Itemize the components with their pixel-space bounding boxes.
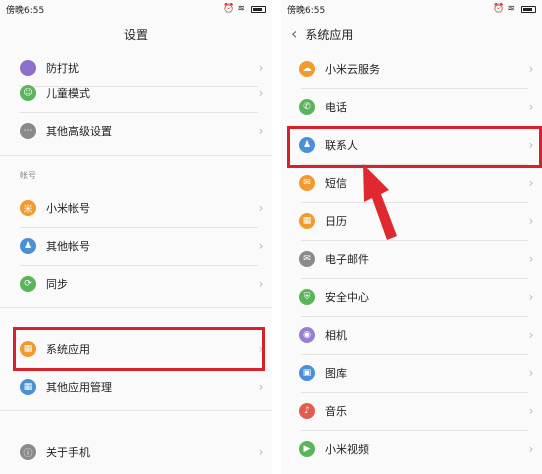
chevron-right-icon: ›	[258, 124, 264, 138]
settings-screen: 傍晚6:55 ⏰ ≋ 设置 防打扰 › ☺ 儿童模式 › ⋯ 其他高级设置 › …	[0, 0, 272, 474]
section-header-accounts: 帐号	[20, 171, 36, 180]
settings-item-more-settings[interactable]: ⋯ 其他高级设置 ›	[0, 112, 272, 150]
more-settings-icon: ⋯	[20, 123, 36, 139]
sms-icon: ✉	[299, 175, 315, 191]
highlight-contacts	[287, 126, 542, 168]
chevron-right-icon: ›	[528, 366, 534, 380]
chevron-right-icon: ›	[528, 176, 534, 190]
video-icon: ▶	[299, 441, 315, 457]
chevron-right-icon: ›	[258, 380, 264, 394]
app-item-cloud[interactable]: ☁ 小米云服务 ›	[281, 50, 542, 88]
camera-icon: ◉	[299, 327, 315, 343]
chevron-right-icon: ›	[528, 290, 534, 304]
chevron-right-icon: ›	[258, 61, 264, 75]
chevron-right-icon: ›	[528, 100, 534, 114]
alarm-wifi-icon: ⏰ ≋	[223, 4, 245, 14]
status-time: 傍晚6:55	[287, 5, 326, 16]
app-item-music[interactable]: ♪ 音乐 ›	[281, 392, 542, 430]
page-title: 系统应用	[305, 27, 354, 42]
status-bar: 傍晚6:55 ⏰ ≋	[0, 0, 272, 18]
back-arrow-icon[interactable]: ‹	[291, 26, 297, 42]
app-item-sms[interactable]: ✉ 短信 ›	[281, 164, 542, 202]
app-item-email[interactable]: ✉ 电子邮件 ›	[281, 240, 542, 278]
chevron-right-icon: ›	[528, 252, 534, 266]
app-item-camera[interactable]: ◉ 相机 ›	[281, 316, 542, 354]
calendar-icon: ▦	[299, 213, 315, 229]
settings-item-mi-account[interactable]: 米 小米帐号 ›	[0, 189, 272, 227]
chevron-right-icon: ›	[258, 445, 264, 459]
chevron-right-icon: ›	[528, 404, 534, 418]
security-icon: ⛨	[299, 289, 315, 305]
phone-icon: ✆	[299, 99, 315, 115]
cloud-icon: ☁	[299, 61, 315, 77]
nav-bar: 设置	[0, 18, 272, 50]
settings-item-child-mode[interactable]: ☺ 儿童模式 ›	[0, 74, 272, 112]
email-icon: ✉	[299, 251, 315, 267]
chevron-right-icon: ›	[528, 62, 534, 76]
chevron-right-icon: ›	[528, 214, 534, 228]
settings-item-about-phone[interactable]: ⓘ 关于手机 ›	[0, 433, 272, 471]
chevron-right-icon: ›	[258, 86, 264, 100]
about-phone-icon: ⓘ	[20, 444, 36, 460]
battery-icon	[251, 5, 266, 13]
app-item-gallery[interactable]: ▣ 图库 ›	[281, 354, 542, 392]
mi-account-icon: 米	[20, 200, 36, 216]
chevron-right-icon: ›	[528, 442, 534, 456]
page-title: 设置	[123, 27, 148, 42]
music-icon: ♪	[299, 403, 315, 419]
highlight-system-apps	[13, 327, 265, 371]
settings-item-app-management[interactable]: ▦ 其他应用管理 ›	[0, 368, 272, 406]
gallery-icon: ▣	[299, 365, 315, 381]
system-apps-screen: 傍晚6:55 ⏰ ≋ ‹ 系统应用 ☁ 小米云服务 › ✆ 电话 › ♟ 联系人 › ✉ 短信 › ▦ 日…	[281, 0, 542, 474]
sync-icon: ⟳	[20, 276, 36, 292]
app-management-icon: ▦	[20, 379, 36, 395]
pointer-arrow-icon	[363, 164, 397, 240]
nav-bar: ‹ 系统应用	[281, 18, 542, 50]
chevron-right-icon: ›	[258, 277, 264, 291]
settings-item-sync[interactable]: ⟳ 同步 ›	[0, 265, 272, 303]
alarm-wifi-icon: ⏰ ≋	[493, 4, 515, 14]
status-bar: 傍晚6:55 ⏰ ≋	[281, 0, 542, 18]
app-item-calendar[interactable]: ▦ 日历 ›	[281, 202, 542, 240]
settings-item-other-accounts[interactable]: ♟ 其他帐号 ›	[0, 227, 272, 265]
chevron-right-icon: ›	[258, 239, 264, 253]
chevron-right-icon: ›	[258, 201, 264, 215]
chevron-right-icon: ›	[528, 328, 534, 342]
other-account-icon: ♟	[20, 238, 36, 254]
app-item-security[interactable]: ⛨ 安全中心 ›	[281, 278, 542, 316]
battery-icon	[521, 5, 536, 13]
app-item-video[interactable]: ▶ 小米视频 ›	[281, 430, 542, 468]
child-mode-icon: ☺	[20, 85, 36, 101]
app-item-phone[interactable]: ✆ 电话 ›	[281, 88, 542, 126]
status-time: 傍晚6:55	[6, 5, 45, 16]
